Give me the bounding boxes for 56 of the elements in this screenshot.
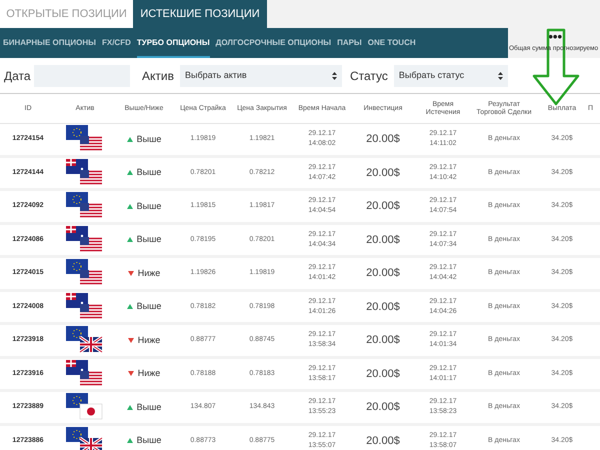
flags-icon bbox=[66, 226, 104, 254]
down-triangle-icon bbox=[128, 371, 134, 376]
more-button[interactable]: ••• bbox=[548, 30, 562, 44]
direction-label: Ниже bbox=[138, 367, 160, 380]
table-cell-text: 20.00$ bbox=[365, 266, 401, 281]
tab[interactable]: ONE TOUCH bbox=[368, 30, 416, 58]
tab[interactable]: ИСТЕКШИЕ ПОЗИЦИИ bbox=[133, 0, 267, 28]
flags-icon bbox=[66, 259, 104, 288]
flags-icon bbox=[66, 158, 104, 187]
flags-icon bbox=[66, 360, 104, 388]
up-triangle-icon bbox=[126, 204, 133, 209]
table-cell-text: 20.00$ bbox=[365, 333, 401, 348]
tab[interactable]: ПАРЫ bbox=[337, 30, 362, 58]
tab[interactable]: БИНАРНЫЕ ОПЦИОНЫ bbox=[3, 30, 96, 58]
sort-icon bbox=[332, 72, 337, 80]
direction-label: Выше bbox=[136, 233, 162, 246]
direction-label: Выше bbox=[136, 132, 162, 146]
flags-icon bbox=[66, 393, 104, 422]
tab[interactable]: FX/CFD bbox=[102, 30, 131, 58]
direction-label: Выше bbox=[136, 200, 162, 212]
table-cell-text: 20.00$ bbox=[365, 300, 401, 314]
status-label: Статус bbox=[350, 68, 388, 85]
sort-icon bbox=[498, 72, 503, 80]
direction-label: Выше bbox=[136, 166, 162, 179]
direction-label: Ниже bbox=[138, 334, 160, 346]
flags-icon bbox=[66, 125, 104, 154]
tab[interactable]: ОТКРЫТЫЕ ПОЗИЦИИ bbox=[0, 0, 133, 28]
flags-icon bbox=[66, 326, 104, 354]
up-triangle-icon bbox=[126, 237, 133, 242]
up-triangle-icon bbox=[126, 304, 133, 310]
up-triangle-icon bbox=[126, 136, 133, 142]
direction-label: Выше bbox=[136, 300, 162, 313]
down-triangle-icon bbox=[128, 270, 134, 276]
up-triangle-icon bbox=[126, 438, 133, 444]
date-label: Дата bbox=[4, 68, 32, 85]
tab[interactable]: ТУРБО ОПЦИОНЫ bbox=[136, 30, 210, 58]
flags-icon bbox=[66, 292, 104, 321]
status-select[interactable]: Выбрать статус bbox=[394, 65, 508, 87]
flags-icon bbox=[66, 192, 104, 220]
direction-label: Выше bbox=[136, 400, 162, 414]
table-cell-text: 20.00$ bbox=[365, 400, 401, 415]
table-cell-text: 20.00$ bbox=[365, 232, 401, 248]
up-triangle-icon bbox=[126, 170, 133, 176]
direction-label: Выше bbox=[136, 434, 162, 447]
down-triangle-icon bbox=[128, 338, 134, 343]
asset-label: Актив bbox=[142, 68, 174, 85]
table-cell-text: 20.00$ bbox=[365, 434, 401, 448]
up-triangle-icon bbox=[126, 404, 133, 410]
table-cell-text: 20.00$ bbox=[365, 166, 401, 180]
direction-label: Ниже bbox=[138, 266, 160, 280]
asset-select[interactable]: Выбрать актив bbox=[180, 65, 342, 87]
flags-icon bbox=[66, 426, 104, 450]
table-cell-text: 20.00$ bbox=[365, 199, 401, 214]
table-cell-text: 20.00$ bbox=[365, 132, 401, 147]
tab[interactable]: ДОЛГОСРОЧНЫЕ ОПЦИОНЫ bbox=[216, 30, 332, 58]
table-cell-text: 20.00$ bbox=[365, 366, 401, 382]
